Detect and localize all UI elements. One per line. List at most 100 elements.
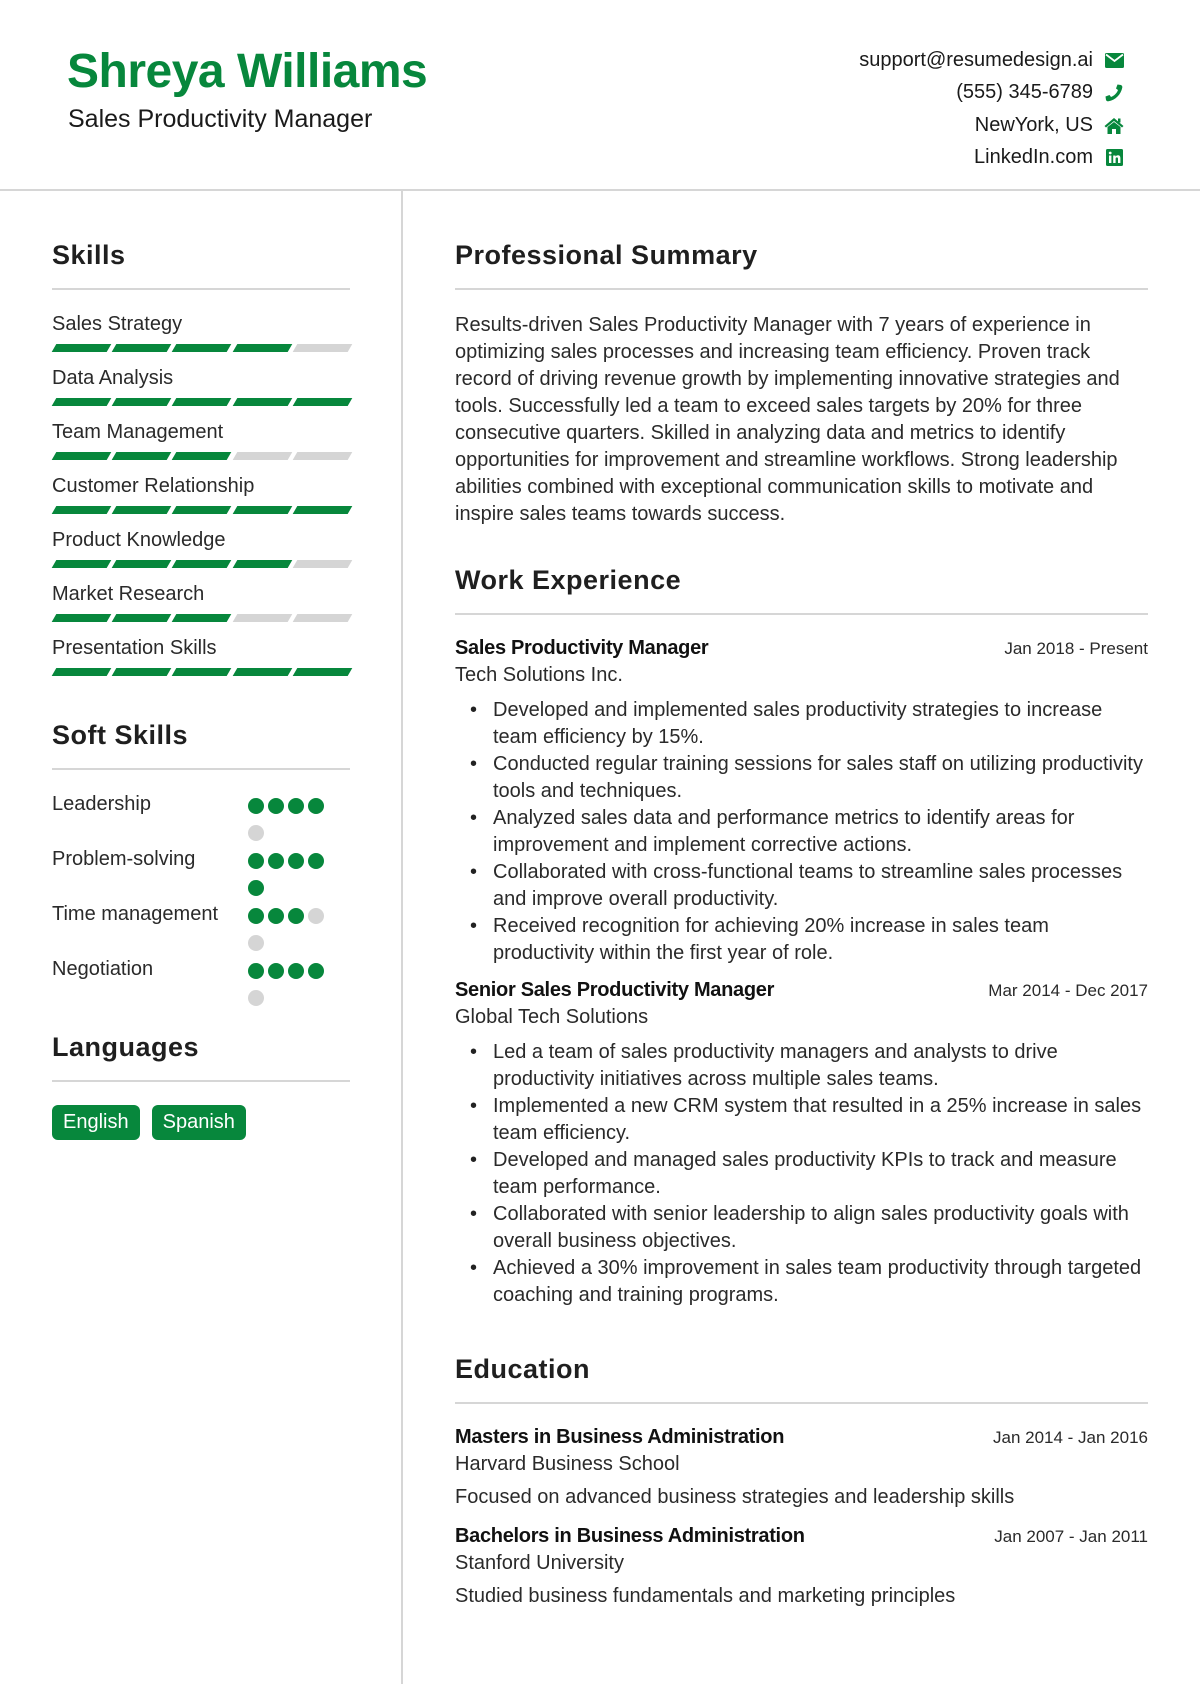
- education-header: Masters in Business Administration Jan 20…: [455, 1426, 1148, 1449]
- skill-item: Team Management: [51, 418, 353, 462]
- rating-dot-empty: [248, 935, 264, 951]
- education-school: Stanford University: [455, 1552, 624, 1574]
- rating-dot-filled: [268, 853, 284, 869]
- soft-skills-list: Leadership Problem-solving Time management…: [52, 790, 350, 1006]
- job-bullet: Received recognition for achieving 20% i…: [455, 913, 1148, 967]
- skill-level-bar: [51, 668, 353, 678]
- contact-phone-text: (555) 345-6789: [956, 81, 1093, 104]
- skill-segment-filled: [111, 398, 172, 406]
- soft-skills-section: Soft Skills Leadership Problem-solving Tim…: [52, 720, 350, 1006]
- contact-email[interactable]: support@resumedesign.ai: [859, 44, 1125, 77]
- skill-segment-filled: [232, 398, 293, 406]
- skill-segment-filled: [232, 506, 293, 514]
- skill-item: Presentation Skills: [51, 634, 353, 678]
- rating-dot-filled: [288, 908, 304, 924]
- soft-skill-item: Leadership: [52, 790, 350, 841]
- education-entry: Bachelors in Business Administration Jan …: [455, 1525, 1148, 1608]
- envelope-icon: [1103, 49, 1125, 71]
- soft-skill-rating: [248, 845, 336, 896]
- section-rule: [52, 768, 350, 770]
- skill-segment-empty: [292, 452, 353, 460]
- section-rule: [455, 288, 1148, 290]
- skill-segment-filled: [172, 668, 232, 676]
- summary-text: Results-driven Sales Productivity Manage…: [455, 314, 1120, 525]
- education-description: Studied business fundamentals and market…: [455, 1585, 956, 1607]
- phone-icon: [1103, 82, 1125, 104]
- contact-linkedin-text: LinkedIn.com: [974, 146, 1093, 169]
- skill-segment-filled: [172, 452, 232, 460]
- education-list: Masters in Business Administration Jan 20…: [455, 1426, 1148, 1608]
- section-rule: [455, 613, 1148, 615]
- skill-item: Customer Relationship: [51, 472, 353, 516]
- job-bullet: Analyzed sales data and performance metr…: [455, 805, 1148, 859]
- contact-email-text: support@resumedesign.ai: [859, 48, 1093, 71]
- skill-level-bar: [51, 506, 353, 516]
- skill-segment-filled: [172, 506, 232, 514]
- job-company: Tech Solutions Inc.: [455, 664, 623, 686]
- job-header: Senior Sales Productivity Manager Mar 201…: [455, 979, 1148, 1002]
- skill-segment-empty: [292, 560, 353, 568]
- soft-skill-rating: [248, 790, 336, 841]
- linkedin-icon: [1103, 147, 1125, 169]
- job-bullet: Conducted regular training sessions for …: [455, 751, 1148, 805]
- skill-segment-filled: [172, 614, 232, 622]
- skill-item: Market Research: [51, 580, 353, 624]
- contact-phone[interactable]: (555) 345-6789: [859, 77, 1125, 110]
- job-bullet: Developed and managed sales productivity…: [455, 1147, 1148, 1201]
- language-badge: Spanish: [151, 1105, 246, 1140]
- education-degree: Masters in Business Administration: [455, 1426, 785, 1448]
- job-bullet: Implemented a new CRM system that result…: [455, 1093, 1148, 1147]
- skill-level-bar: [51, 398, 353, 408]
- languages-heading: Languages: [52, 1032, 200, 1062]
- soft-skill-name: Time management: [52, 903, 218, 925]
- skill-segment-empty: [292, 344, 353, 352]
- skill-segment-empty: [232, 452, 293, 460]
- experience-heading: Work Experience: [455, 565, 682, 595]
- skill-level-bar: [51, 560, 353, 570]
- rating-dot-filled: [248, 963, 264, 979]
- summary-section: Professional Summary Results-driven Sale…: [455, 240, 1148, 528]
- rating-dot-filled: [308, 963, 324, 979]
- skills-heading: Skills: [52, 240, 126, 270]
- rating-dot-filled: [288, 963, 304, 979]
- job-dates: Mar 2014 - Dec 2017: [988, 981, 1148, 1000]
- skill-name: Market Research: [52, 583, 205, 605]
- job-bullet: Collaborated with cross-functional teams…: [455, 859, 1148, 913]
- languages-section: Languages English Spanish: [52, 1032, 350, 1140]
- job-title: Senior Sales Productivity Manager: [455, 979, 775, 1001]
- skill-item: Product Knowledge: [51, 526, 353, 570]
- job-entry: Senior Sales Productivity Manager Mar 201…: [455, 979, 1148, 1309]
- skill-segment-filled: [51, 398, 112, 406]
- skill-segment-empty: [232, 614, 293, 622]
- job-entry: Sales Productivity Manager Jan 2018 - Pre…: [455, 637, 1148, 967]
- skill-segment-filled: [51, 560, 112, 568]
- skill-segment-filled: [111, 506, 172, 514]
- languages-list: English Spanish: [52, 1105, 350, 1140]
- skill-segment-filled: [111, 344, 172, 352]
- home-icon: [1103, 114, 1125, 136]
- skill-segment-filled: [292, 398, 353, 406]
- rating-dot-filled: [268, 908, 284, 924]
- skill-segment-filled: [292, 668, 353, 676]
- rating-dot-filled: [248, 908, 264, 924]
- soft-skill-rating: [248, 900, 336, 951]
- education-degree: Bachelors in Business Administration: [455, 1525, 805, 1547]
- language-badge: English: [52, 1105, 140, 1140]
- skill-segment-filled: [111, 452, 172, 460]
- education-entry: Masters in Business Administration Jan 20…: [455, 1426, 1148, 1509]
- soft-skill-item: Problem-solving: [52, 845, 350, 896]
- skill-name: Product Knowledge: [52, 529, 226, 551]
- contact-linkedin[interactable]: LinkedIn.com: [859, 142, 1125, 175]
- skill-segment-filled: [232, 668, 293, 676]
- right-column: Professional Summary Results-driven Sale…: [455, 240, 1148, 1608]
- education-description: Focused on advanced business strategies …: [455, 1486, 1015, 1508]
- soft-skill-name: Negotiation: [52, 958, 154, 980]
- education-dates: Jan 2014 - Jan 2016: [992, 1428, 1148, 1447]
- skill-segment-filled: [111, 668, 172, 676]
- skill-segment-filled: [51, 506, 112, 514]
- skill-segment-filled: [51, 614, 112, 622]
- skill-segment-filled: [232, 560, 293, 568]
- education-header: Bachelors in Business Administration Jan …: [455, 1525, 1148, 1548]
- soft-skill-item: Time management: [52, 900, 350, 951]
- rating-dot-empty: [308, 908, 324, 924]
